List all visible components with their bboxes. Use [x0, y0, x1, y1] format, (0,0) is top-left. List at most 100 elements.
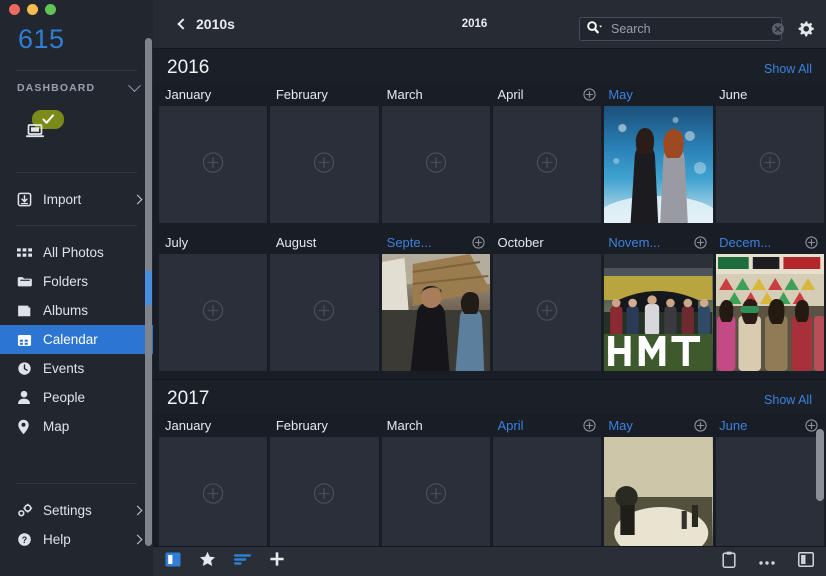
month-name: Novem...	[608, 235, 661, 250]
month-cell-june[interactable]	[715, 106, 824, 223]
star-icon[interactable]	[199, 551, 216, 572]
more-icon[interactable]	[758, 553, 776, 571]
month-name: June	[719, 87, 748, 102]
month-cell-may[interactable]	[604, 437, 713, 546]
year-header: 2017 Show All	[153, 380, 826, 414]
photo-thumbnail	[715, 254, 824, 371]
month-cell-january[interactable]	[159, 106, 268, 223]
sidebar-item-map[interactable]: Map	[0, 412, 153, 441]
search-container	[579, 17, 784, 41]
bottom-toolbar	[153, 546, 826, 576]
month-cell-february[interactable]	[270, 106, 379, 223]
search-input[interactable]	[611, 22, 772, 36]
month-cell-september[interactable]	[381, 254, 490, 371]
sidebar-item-label: All Photos	[43, 245, 104, 260]
month-cell-july[interactable]	[159, 254, 268, 371]
month-cell-february[interactable]	[270, 437, 379, 546]
back-button[interactable]: 2010s	[177, 16, 235, 32]
clear-search-icon[interactable]	[772, 23, 784, 35]
month-label-june[interactable]: June	[713, 83, 824, 106]
panel-toggle-icon[interactable]	[797, 551, 815, 572]
add-placeholder-icon	[313, 151, 335, 178]
month-label-august[interactable]: August	[270, 231, 381, 254]
close-button[interactable]	[9, 4, 20, 15]
add-placeholder-icon	[425, 482, 447, 509]
add-placeholder-icon	[759, 151, 781, 178]
main-scrollbar-thumb[interactable]	[816, 429, 824, 501]
month-cell-may[interactable]	[604, 106, 713, 223]
show-all-link[interactable]: Show All	[764, 62, 812, 76]
add-photo-icon[interactable]	[694, 236, 707, 252]
sidebar-item-all-photos[interactable]: All Photos	[0, 238, 153, 267]
sidebar-item-import[interactable]: Import	[0, 185, 153, 214]
add-photo-icon[interactable]	[472, 236, 486, 252]
search-icon[interactable]	[586, 20, 603, 39]
month-cell-april[interactable]	[492, 437, 602, 546]
month-label-december[interactable]: Decem...	[713, 231, 824, 254]
month-label-april[interactable]: April	[491, 83, 602, 106]
month-cell-december[interactable]	[715, 254, 824, 371]
month-label-february[interactable]: February	[270, 414, 381, 437]
sidebar-item-label: Import	[43, 192, 82, 207]
current-year-label: 2016	[461, 18, 488, 30]
calendar-scroll-area[interactable]: 2016 Show All January February March Apr…	[153, 49, 826, 546]
month-cell-january[interactable]	[159, 437, 268, 546]
month-label-may[interactable]: May	[602, 83, 713, 106]
divider	[0, 225, 153, 226]
sidebar-item-settings[interactable]: Settings	[0, 496, 153, 525]
add-placeholder-icon	[536, 151, 558, 178]
albums-icon	[17, 304, 38, 318]
chevron-right-icon	[132, 534, 143, 545]
photo-thumbnail	[604, 437, 713, 546]
month-cell-april[interactable]	[492, 106, 602, 223]
dashboard-status-item[interactable]	[22, 110, 64, 148]
month-cell-june[interactable]	[715, 437, 824, 546]
gear-icon	[17, 503, 38, 518]
add-photo-icon[interactable]	[694, 419, 707, 435]
main-scrollbar[interactable]	[816, 99, 824, 514]
month-cell-october[interactable]	[492, 254, 602, 371]
show-all-link[interactable]: Show All	[764, 393, 812, 407]
settings-gear-button[interactable]	[797, 20, 815, 43]
month-label-february[interactable]: February	[270, 83, 381, 106]
month-cell-march[interactable]	[381, 437, 490, 546]
sidebar-toggle-icon[interactable]	[165, 552, 181, 572]
add-photo-icon[interactable]	[583, 88, 596, 104]
month-label-june[interactable]: June	[713, 414, 824, 437]
month-name: May	[608, 418, 633, 433]
month-label-september[interactable]: Septe...	[381, 231, 492, 254]
month-label-march[interactable]: March	[381, 414, 492, 437]
month-label-november[interactable]: Novem...	[602, 231, 713, 254]
month-label-october[interactable]: October	[491, 231, 602, 254]
sidebar-item-people[interactable]: People	[0, 383, 153, 412]
pin-icon	[17, 419, 38, 435]
sidebar-item-albums[interactable]: Albums	[0, 296, 153, 325]
sort-icon[interactable]	[234, 553, 251, 571]
search-box[interactable]	[579, 17, 784, 41]
month-name: Decem...	[719, 235, 772, 250]
month-cell-row	[153, 106, 826, 231]
sidebar-item-events[interactable]: Events	[0, 354, 153, 383]
add-photo-icon[interactable]	[583, 419, 596, 435]
add-placeholder-icon	[313, 299, 335, 326]
sidebar-scrollbar-thumb[interactable]	[145, 270, 152, 306]
clipboard-icon[interactable]	[722, 551, 736, 573]
dashboard-section-header[interactable]: DASHBOARD	[17, 78, 141, 94]
chevron-down-icon	[128, 78, 141, 92]
month-label-march[interactable]: March	[381, 83, 492, 106]
month-label-january[interactable]: January	[159, 414, 270, 437]
month-label-july[interactable]: July	[159, 231, 270, 254]
month-label-april[interactable]: April	[491, 414, 602, 437]
add-icon[interactable]	[269, 551, 285, 572]
sidebar-item-calendar[interactable]: Calendar	[0, 325, 153, 354]
minimize-button[interactable]	[27, 4, 38, 15]
month-cell-november[interactable]	[604, 254, 713, 371]
month-cell-august[interactable]	[270, 254, 379, 371]
sidebar-scrollbar[interactable]	[145, 38, 152, 546]
sidebar-item-folders[interactable]: Folders	[0, 267, 153, 296]
month-cell-march[interactable]	[381, 106, 490, 223]
month-label-january[interactable]: January	[159, 83, 270, 106]
sidebar-item-help[interactable]: ? Help	[0, 525, 153, 554]
month-label-may[interactable]: May	[602, 414, 713, 437]
zoom-button[interactable]	[45, 4, 56, 15]
